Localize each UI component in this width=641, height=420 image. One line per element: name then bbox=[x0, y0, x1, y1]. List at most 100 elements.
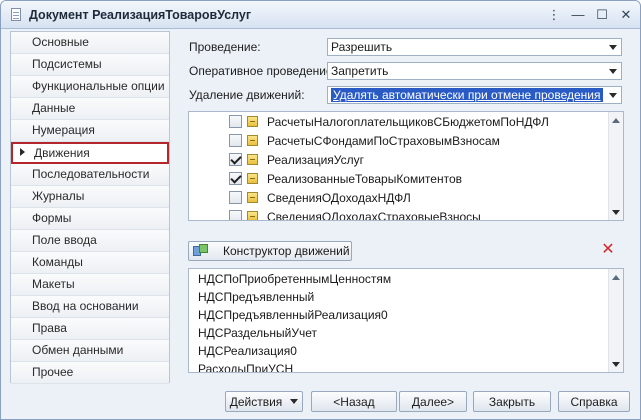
minimize-icon[interactable]: — bbox=[568, 6, 588, 24]
next-button[interactable]: Далее> bbox=[399, 391, 467, 412]
sidebar-item-label: Поле ввода bbox=[32, 233, 97, 247]
register-name: РеализацияУслуг bbox=[267, 152, 364, 167]
sidebar-item-label: Движения bbox=[34, 146, 90, 160]
close-icon[interactable]: ✕ bbox=[616, 6, 636, 24]
register-checkbox[interactable] bbox=[229, 191, 242, 204]
sidebar-item-label: Прочее bbox=[32, 365, 74, 379]
posting-row: Проведение: Разрешить bbox=[176, 38, 631, 56]
sidebar-item-input-field[interactable]: Поле ввода bbox=[11, 230, 169, 252]
sidebar-item-label: Функциональные опции bbox=[32, 79, 165, 93]
accumulation-registers-list[interactable]: НДСПоПриобретеннымЦенностям НДСПредъявле… bbox=[188, 268, 624, 373]
register-name: СведенияОДоходахНДФЛ bbox=[267, 190, 411, 205]
movement-constructor-button[interactable]: Конструктор движений bbox=[188, 241, 352, 261]
register-checkbox[interactable] bbox=[229, 153, 242, 166]
scroll-down-icon[interactable] bbox=[609, 205, 623, 219]
register-item[interactable]: РасчетыНалогоплательщиковСБюджетомПоНДФЛ bbox=[229, 112, 549, 131]
actions-label: Действия bbox=[229, 394, 283, 409]
delete-movements-value: Удалять автоматически при отмене проведе… bbox=[331, 88, 603, 102]
sidebar-item-input-by-basis[interactable]: Ввод на основании bbox=[11, 296, 169, 318]
delete-movements-select[interactable]: Удалять автоматически при отмене проведе… bbox=[327, 86, 622, 104]
register-icon bbox=[247, 154, 258, 165]
help-button[interactable]: Справка bbox=[558, 391, 630, 412]
register-name: РеализованныеТоварыКомитентов bbox=[267, 171, 463, 186]
register-checkbox[interactable] bbox=[229, 134, 242, 147]
sidebar-item-rights[interactable]: Права bbox=[11, 318, 169, 340]
delete-movements-label: Удаление движений: bbox=[189, 88, 305, 102]
realtime-posting-row: Оперативное проведение: Запретить bbox=[176, 62, 631, 80]
list-item[interactable]: НДСПредъявленный bbox=[198, 288, 314, 306]
sidebar-item-numbering[interactable]: Нумерация bbox=[11, 120, 169, 142]
movements-panel: Проведение: Разрешить Оперативное провед… bbox=[176, 31, 631, 383]
register-icon bbox=[247, 135, 258, 146]
posting-label: Проведение: bbox=[189, 40, 261, 54]
title-bar: Документ РеализацияТоваровУслуг ⋮ — ☐ ✕ bbox=[1, 1, 640, 29]
scroll-up-icon[interactable] bbox=[609, 113, 623, 127]
maximize-icon[interactable]: ☐ bbox=[592, 6, 612, 24]
sidebar-item-label: Права bbox=[32, 321, 67, 335]
register-item[interactable]: РеализацияУслуг bbox=[229, 150, 364, 169]
register-item[interactable]: СведенияОДоходахНДФЛ bbox=[229, 188, 411, 207]
realtime-posting-value: Запретить bbox=[331, 64, 389, 78]
sidebar-item-label: Подсистемы bbox=[32, 57, 102, 71]
sidebar-item-label: Команды bbox=[32, 255, 83, 269]
next-label: Далее> bbox=[411, 394, 455, 409]
sidebar-item-sequences[interactable]: Последовательности bbox=[11, 164, 169, 186]
list-item[interactable]: НДСПредъявленныйРеализация0 bbox=[198, 306, 388, 324]
sidebar-item-label: Основные bbox=[32, 35, 89, 49]
list-item[interactable]: НДСРаздельныйУчет bbox=[198, 324, 317, 342]
register-name: СведенияОДоходахСтраховыеВзносы bbox=[267, 209, 481, 221]
register-checkbox[interactable] bbox=[229, 210, 242, 220]
pin-icon[interactable]: ⋮ bbox=[544, 6, 564, 24]
delete-icon[interactable]: ✕ bbox=[601, 242, 615, 258]
movement-constructor-label: Конструктор движений bbox=[223, 244, 350, 258]
list-item[interactable]: НДСПоПриобретеннымЦенностям bbox=[198, 270, 391, 288]
sidebar-item-data[interactable]: Данные bbox=[11, 98, 169, 120]
scroll-up-icon[interactable] bbox=[609, 270, 623, 284]
posting-value: Разрешить bbox=[331, 40, 393, 54]
registers-list[interactable]: РасчетыНалогоплательщиковСБюджетомПоНДФЛ… bbox=[188, 111, 624, 221]
sidebar-item-forms[interactable]: Формы bbox=[11, 208, 169, 230]
sidebar-item-label: Формы bbox=[32, 211, 72, 225]
register-item[interactable]: РеализованныеТоварыКомитентов bbox=[229, 169, 462, 188]
posting-select[interactable]: Разрешить bbox=[327, 38, 622, 56]
register-icon bbox=[247, 116, 258, 127]
sidebar-item-templates[interactable]: Макеты bbox=[11, 274, 169, 296]
actions-button[interactable]: Действия bbox=[225, 391, 303, 412]
back-button[interactable]: <Назад bbox=[311, 391, 397, 412]
list-item[interactable]: РасходыПриУСН bbox=[198, 360, 293, 372]
accumulation-scrollbar[interactable] bbox=[608, 269, 623, 372]
sidebar-item-label: Обмен данными bbox=[32, 343, 124, 357]
scroll-down-icon[interactable] bbox=[609, 357, 623, 371]
register-name: РасчетыСФондамиПоСтраховымВзносам bbox=[267, 133, 500, 148]
sidebar-item-movements[interactable]: Движения bbox=[11, 142, 169, 164]
register-item[interactable]: РасчетыСФондамиПоСтраховымВзносам bbox=[229, 131, 500, 150]
chevron-down-icon bbox=[290, 399, 299, 404]
sidebar-item-label: Последовательности bbox=[32, 167, 150, 181]
close-button[interactable]: Закрыть bbox=[473, 391, 551, 412]
register-item[interactable]: СведенияОДоходахСтраховыеВзносы bbox=[229, 207, 481, 221]
sidebar: Основные Подсистемы Функциональные опции… bbox=[10, 31, 170, 384]
register-checkbox[interactable] bbox=[229, 172, 242, 185]
list-item[interactable]: НДСРеализация0 bbox=[198, 342, 297, 360]
register-name: РасчетыНалогоплательщиковСБюджетомПоНДФЛ bbox=[267, 114, 549, 129]
sidebar-item-functional-options[interactable]: Функциональные опции bbox=[11, 76, 169, 98]
document-icon bbox=[9, 7, 23, 22]
registers-scrollbar[interactable] bbox=[608, 112, 623, 220]
chevron-down-icon[interactable] bbox=[605, 39, 621, 55]
realtime-posting-select[interactable]: Запретить bbox=[327, 62, 622, 80]
sidebar-item-journals[interactable]: Журналы bbox=[11, 186, 169, 208]
sidebar-item-other[interactable]: Прочее bbox=[11, 362, 169, 384]
sidebar-item-data-exchange[interactable]: Обмен данными bbox=[11, 340, 169, 362]
chevron-down-icon[interactable] bbox=[605, 63, 621, 79]
register-icon bbox=[247, 173, 258, 184]
sidebar-item-commands[interactable]: Команды bbox=[11, 252, 169, 274]
movement-constructor-icon bbox=[193, 244, 209, 258]
selected-arrow-icon bbox=[20, 148, 25, 156]
sidebar-item-subsystems[interactable]: Подсистемы bbox=[11, 54, 169, 76]
register-checkbox[interactable] bbox=[229, 115, 242, 128]
sidebar-item-main[interactable]: Основные bbox=[11, 32, 169, 54]
sidebar-item-label: Журналы bbox=[32, 189, 85, 203]
realtime-posting-label: Оперативное проведение: bbox=[189, 64, 336, 78]
chevron-down-icon[interactable] bbox=[605, 87, 621, 103]
sidebar-item-label: Ввод на основании bbox=[32, 299, 139, 313]
